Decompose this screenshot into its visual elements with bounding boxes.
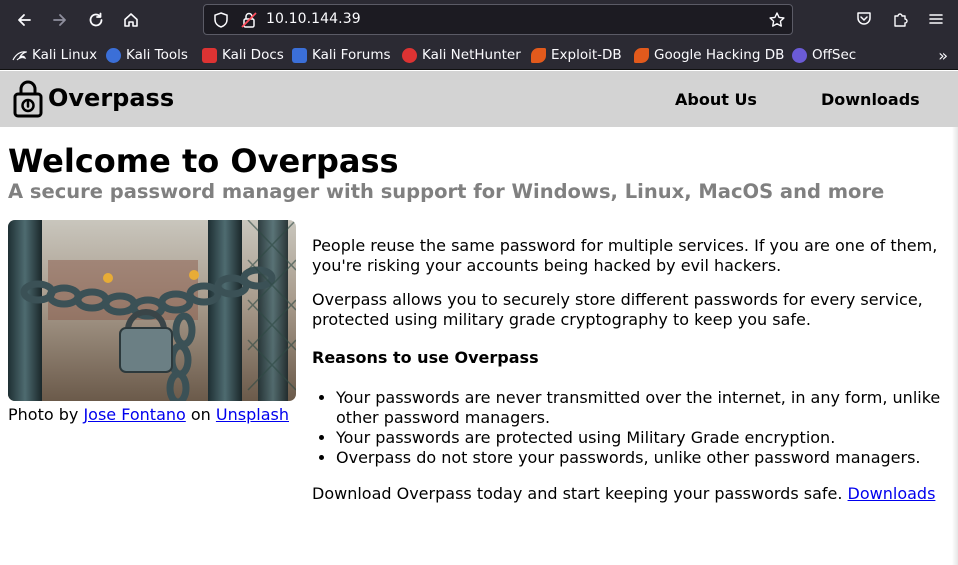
bookmark-kali-docs[interactable]: Kali Docs <box>202 46 284 64</box>
url-text[interactable]: 10.10.144.39 <box>266 11 361 27</box>
bookmark-google-hacking-db[interactable]: Google Hacking DB <box>634 46 784 64</box>
nav-downloads[interactable]: Downloads <box>821 90 920 109</box>
bookmark-label: Kali Linux <box>32 47 98 63</box>
kali-tools-icon <box>106 47 121 63</box>
photo-credit: Photo by Jose Fontano on Unsplash <box>8 405 289 424</box>
bookmark-offsec[interactable]: OffSec <box>792 46 856 64</box>
photographer-link[interactable]: Jose Fontano <box>83 405 185 424</box>
list-item: Your passwords are never transmitted ove… <box>336 388 948 428</box>
bookmark-star-icon[interactable] <box>768 11 786 29</box>
reload-icon <box>89 12 103 27</box>
bookmark-kali-linux[interactable]: Kali Linux <box>12 46 97 64</box>
kali-dragon-icon <box>12 48 29 63</box>
padlock-chain-photo <box>8 220 296 401</box>
bookmark-kali-forums[interactable]: Kali Forums <box>292 46 391 64</box>
page-subtitle: A secure password manager with support f… <box>8 180 885 203</box>
reasons-heading: Reasons to use Overpass <box>312 348 539 367</box>
kali-nethunter-icon <box>402 47 417 63</box>
back-button[interactable] <box>11 7 37 33</box>
bookmark-exploit-db[interactable]: Exploit-DB <box>531 46 622 64</box>
page-title: Welcome to Overpass <box>8 142 399 180</box>
pocket-icon <box>857 12 871 25</box>
pocket-button[interactable] <box>855 10 875 30</box>
intro-paragraph: People reuse the same password for multi… <box>312 236 938 275</box>
photo-credit-prefix: Photo by <box>8 405 79 424</box>
bookmark-label: Google Hacking DB <box>654 47 785 63</box>
bookmark-label: Kali Docs <box>222 47 284 63</box>
features-paragraph: Overpass allows you to securely store di… <box>312 290 923 329</box>
forward-button[interactable] <box>47 7 73 33</box>
list-item: Overpass do not store your passwords, un… <box>336 448 948 468</box>
kali-forums-icon <box>292 47 307 63</box>
home-icon <box>124 13 138 27</box>
offsec-icon <box>792 47 807 63</box>
insecure-lock-icon[interactable] <box>240 11 258 29</box>
menu-button[interactable] <box>927 10 947 30</box>
forward-arrow-icon <box>53 14 66 26</box>
bookmark-label: Kali Forums <box>312 47 391 63</box>
reasons-list: Your passwords are never transmitted ove… <box>336 388 948 468</box>
list-item: Your passwords are protected using Milit… <box>336 428 948 448</box>
more-bookmarks-chevron-icon[interactable]: » <box>938 46 948 65</box>
extensions-button[interactable] <box>891 10 911 30</box>
bookmark-label: OffSec <box>812 47 857 63</box>
download-paragraph: Download Overpass today and start keepin… <box>312 484 948 504</box>
bookmark-label: Kali NetHunter <box>422 47 521 63</box>
bookmark-kali-tools[interactable]: Kali Tools <box>106 46 188 64</box>
bookmarks-bar: Kali Linux Kali Tools Kali Docs Kali For… <box>0 40 958 70</box>
bookmark-label: Exploit-DB <box>551 47 622 63</box>
shield-icon[interactable] <box>212 11 230 29</box>
back-arrow-icon <box>18 14 31 26</box>
downloads-link[interactable]: Downloads <box>848 484 936 503</box>
unsplash-link[interactable]: Unsplash <box>216 405 289 424</box>
site-header: Overpass About Us Downloads <box>0 71 958 127</box>
hamburger-icon <box>929 14 943 24</box>
ghdb-icon <box>634 47 649 63</box>
padlock-logo-icon <box>13 80 43 118</box>
bookmark-kali-nethunter[interactable]: Kali NetHunter <box>402 46 521 64</box>
bookmark-label: Kali Tools <box>126 47 188 63</box>
site-logo-text[interactable]: Overpass <box>48 84 174 112</box>
kali-docs-icon <box>202 47 217 63</box>
browser-toolbar: 10.10.144.39 <box>0 0 958 40</box>
puzzle-icon <box>894 13 908 27</box>
exploit-db-icon <box>531 47 546 63</box>
reload-button[interactable] <box>83 7 109 33</box>
page-edge-shadow <box>952 127 958 565</box>
nav-about-us[interactable]: About Us <box>675 90 757 109</box>
main-content: People reuse the same password for multi… <box>312 236 948 518</box>
download-text: Download Overpass today and start keepin… <box>312 484 843 503</box>
home-button[interactable] <box>118 7 144 33</box>
url-bar[interactable]: 10.10.144.39 <box>203 4 793 35</box>
photo-credit-middle: on <box>190 405 211 424</box>
